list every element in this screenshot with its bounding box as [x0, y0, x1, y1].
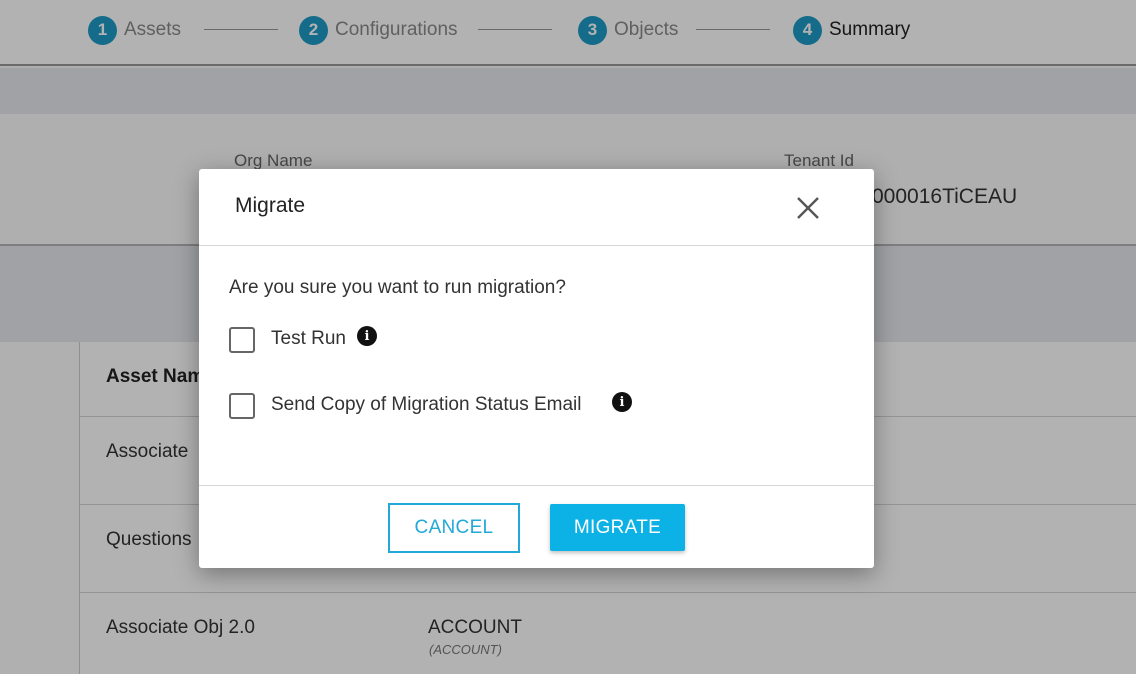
close-button[interactable]: [793, 193, 823, 223]
migrate-dialog: Migrate Are you sure you want to run mig…: [199, 169, 874, 568]
send-email-copy-checkbox[interactable]: [229, 393, 255, 419]
send-email-copy-label[interactable]: Send Copy of Migration Status Email: [271, 394, 582, 416]
confirmation-question: Are you sure you want to run migration?: [229, 277, 566, 298]
dialog-title: Migrate: [235, 194, 306, 217]
cancel-button[interactable]: CANCEL: [388, 503, 520, 553]
dialog-header: Migrate: [199, 169, 874, 246]
migrate-button[interactable]: MIGRATE: [550, 504, 685, 551]
info-icon[interactable]: i: [357, 326, 377, 346]
info-icon[interactable]: i: [612, 392, 632, 412]
dialog-footer: CANCEL MIGRATE: [199, 485, 874, 569]
test-run-label[interactable]: Test Run: [271, 328, 346, 350]
test-run-checkbox[interactable]: [229, 327, 255, 353]
close-icon: [797, 197, 819, 219]
